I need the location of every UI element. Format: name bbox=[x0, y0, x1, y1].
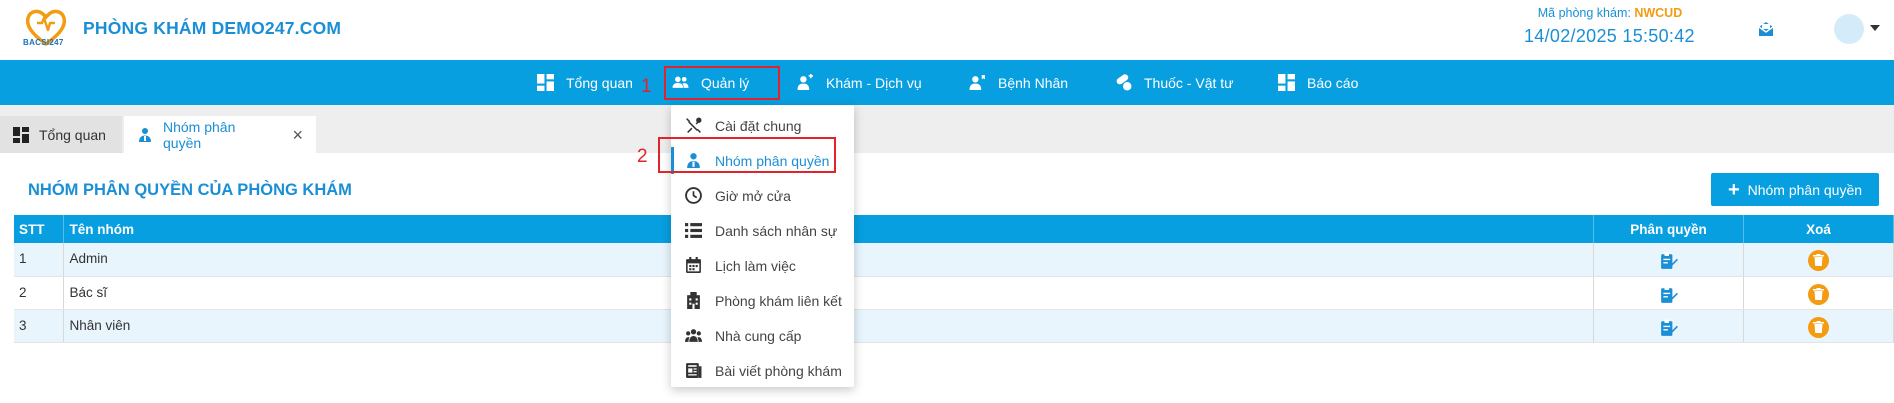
article-icon bbox=[686, 363, 702, 378]
nav-item-label: Bệnh Nhân bbox=[998, 74, 1069, 91]
table-row: 2 Bác sĩ bbox=[14, 276, 1894, 310]
highlight-box-management bbox=[664, 66, 780, 100]
menu-item-work-schedule[interactable]: Lịch làm việc bbox=[671, 248, 854, 283]
tools-icon bbox=[686, 117, 702, 133]
nav-item-label: Khám - Dịch vụ bbox=[826, 74, 922, 91]
step-number-2: 2 bbox=[637, 146, 648, 167]
menu-item-suppliers[interactable]: Nhà cung cấp bbox=[671, 318, 854, 353]
nav-item-label: Báo cáo bbox=[1307, 74, 1359, 91]
menu-item-label: Nhà cung cấp bbox=[715, 327, 802, 344]
delete-icon[interactable] bbox=[1808, 250, 1829, 271]
report-icon bbox=[1278, 74, 1295, 91]
edit-permission-icon[interactable] bbox=[1593, 309, 1745, 343]
highlight-box-permission-groups bbox=[658, 137, 836, 173]
add-button-label: Nhóm phân quyền bbox=[1747, 181, 1863, 198]
menu-item-clinic-articles[interactable]: Bài viết phòng khám bbox=[671, 353, 854, 388]
menu-item-label: Bài viết phòng khám bbox=[715, 362, 842, 379]
clock-icon bbox=[685, 187, 702, 204]
add-permission-group-button[interactable]: + Nhóm phân quyền bbox=[1711, 173, 1879, 206]
delete-icon[interactable] bbox=[1808, 316, 1829, 338]
table-row: 3 Nhân viên bbox=[14, 309, 1894, 343]
table-header-row: STT Tên nhóm Phân quyền Xoá bbox=[14, 215, 1894, 243]
menu-item-label: Cài đặt chung bbox=[715, 117, 802, 134]
logo-text: BACSI247 bbox=[23, 38, 64, 47]
app-header: BACSI247 PHÒNG KHÁM DEMO247.COM Mã phòng… bbox=[0, 0, 1894, 60]
menu-item-label: Phòng khám liên kết bbox=[715, 292, 842, 309]
tab-bar: Tổng quan Nhóm phân quyền × bbox=[0, 105, 1894, 153]
nav-item-dashboard[interactable]: Tổng quan bbox=[537, 60, 633, 105]
pills-icon bbox=[1116, 74, 1132, 91]
supplier-icon bbox=[685, 329, 702, 342]
menu-item-staff-list[interactable]: Danh sách nhân sự bbox=[671, 213, 854, 248]
menu-item-label: Lịch làm việc bbox=[715, 257, 796, 274]
edit-permission-icon[interactable] bbox=[1593, 276, 1745, 310]
column-header-stt: STT bbox=[14, 215, 65, 243]
clinic-code-label: Mã phòng khám: bbox=[1537, 6, 1631, 20]
row-stt: 2 bbox=[14, 276, 65, 310]
user-avatar[interactable] bbox=[1834, 14, 1864, 44]
menu-item-label: Giờ mở cửa bbox=[715, 187, 791, 204]
row-stt: 3 bbox=[14, 309, 65, 343]
clinic-name: PHÒNG KHÁM DEMO247.COM bbox=[83, 18, 342, 38]
tab-label: Nhóm phân quyền bbox=[163, 118, 236, 151]
user-role-icon bbox=[139, 127, 151, 142]
tab-permission-groups[interactable]: Nhóm phân quyền × bbox=[124, 116, 316, 153]
nav-item-patients[interactable]: Bệnh Nhân bbox=[969, 60, 1068, 105]
tab-label: Tổng quan bbox=[39, 126, 106, 143]
page-title: NHÓM PHÂN QUYỀN CỦA PHÒNG KHÁM bbox=[28, 181, 352, 199]
main-panel: NHÓM PHÂN QUYỀN CỦA PHÒNG KHÁM + Nhóm ph… bbox=[0, 153, 1894, 403]
nav-item-reports[interactable]: Báo cáo bbox=[1278, 60, 1358, 105]
calendar-icon bbox=[686, 257, 701, 273]
mail-icon[interactable] bbox=[1756, 19, 1776, 39]
nav-item-label: Tổng quan bbox=[566, 74, 633, 91]
delete-cell bbox=[1743, 243, 1894, 277]
close-icon[interactable]: × bbox=[292, 126, 303, 144]
main-nav: Tổng quan Quản lý Khám - Dịch vụ Bệnh Nh… bbox=[0, 60, 1894, 105]
medical-service-icon bbox=[797, 74, 813, 90]
row-stt: 1 bbox=[14, 243, 65, 277]
clinic-code-value: NWCUD bbox=[1634, 6, 1683, 20]
chevron-down-icon[interactable] bbox=[1870, 25, 1880, 31]
tab-dashboard[interactable]: Tổng quan bbox=[0, 116, 122, 153]
menu-item-label: Danh sách nhân sự bbox=[715, 222, 838, 239]
table-row: 1 Admin bbox=[14, 243, 1894, 277]
edit-permission-icon[interactable] bbox=[1593, 243, 1745, 277]
menu-item-linked-clinics[interactable]: Phòng khám liên kết bbox=[671, 283, 854, 318]
nav-item-medicine[interactable]: Thuốc - Vật tư bbox=[1115, 60, 1234, 105]
menu-item-opening-hours[interactable]: Giờ mở cửa bbox=[671, 178, 854, 213]
building-icon bbox=[687, 292, 700, 309]
dashboard-icon bbox=[537, 74, 554, 91]
delete-cell bbox=[1743, 276, 1894, 310]
dashboard-icon bbox=[13, 126, 29, 143]
patient-icon bbox=[969, 75, 985, 90]
step-number-1: 1 bbox=[641, 76, 652, 97]
nav-item-services[interactable]: Khám - Dịch vụ bbox=[797, 60, 922, 105]
permission-groups-table: STT Tên nhóm Phân quyền Xoá 1 Admin 2 Bá… bbox=[14, 215, 1894, 343]
column-header-permission: Phân quyền bbox=[1593, 215, 1745, 243]
nav-item-label: Thuốc - Vật tư bbox=[1144, 74, 1234, 91]
list-icon bbox=[685, 223, 702, 238]
plus-icon: + bbox=[1727, 178, 1740, 201]
current-datetime: 14/02/2025 15:50:42 bbox=[1524, 26, 1695, 46]
column-header-delete: Xoá bbox=[1743, 215, 1894, 243]
delete-icon[interactable] bbox=[1808, 283, 1829, 305]
delete-cell bbox=[1743, 309, 1894, 343]
clinic-code: Mã phòng khám: NWCUD bbox=[1530, 6, 1690, 20]
